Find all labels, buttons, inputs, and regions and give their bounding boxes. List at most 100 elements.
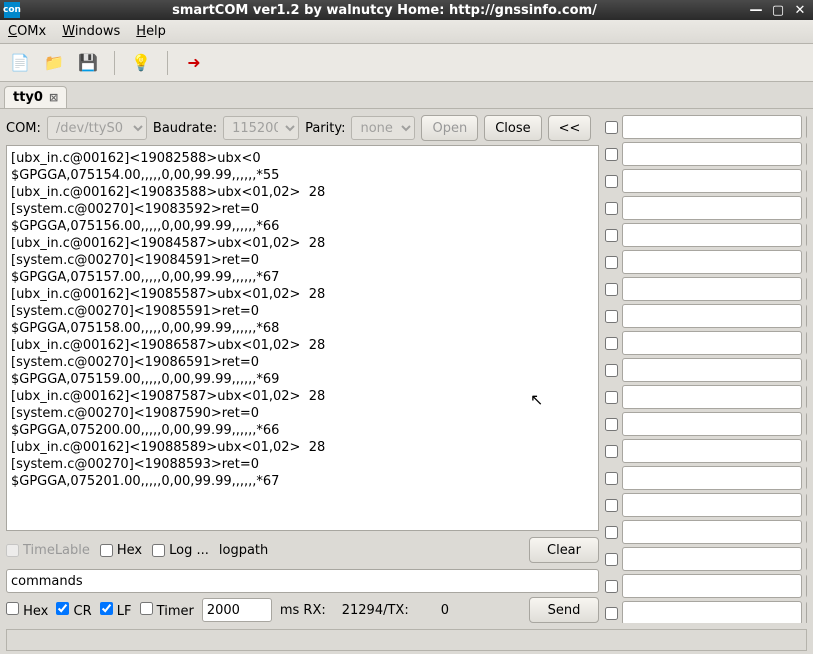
quick-input-02[interactable] xyxy=(622,142,802,166)
quick-input-18[interactable] xyxy=(622,574,802,598)
quick-input-06[interactable] xyxy=(622,250,802,274)
hex-send-checkbox[interactable]: Hex xyxy=(6,602,48,619)
quick-input-12[interactable] xyxy=(622,412,802,436)
quick-input-08[interactable] xyxy=(622,304,802,328)
terminal-output[interactable]: [ubx_in.c@00162]<19082588>ubx<0 $GPGGA,0… xyxy=(6,145,599,531)
quick-checkbox-18[interactable] xyxy=(605,580,618,593)
minimize-button[interactable]: — xyxy=(747,2,765,18)
quick-button-18[interactable]: 18 xyxy=(806,574,807,598)
exit-icon[interactable]: ➜ xyxy=(182,51,206,75)
quick-button-05[interactable]: 05 xyxy=(806,223,807,247)
menu-windows[interactable]: Windows xyxy=(62,24,120,39)
quick-checkbox-03[interactable] xyxy=(605,175,618,188)
parity-select[interactable]: none xyxy=(351,116,415,140)
quick-send-panel: 01 02 03 04 05 06 07 08 09 10 11 12 13 14 15 16 17 18 19 xyxy=(605,115,807,623)
lf-checkbox[interactable]: LF xyxy=(100,602,132,619)
menu-comx[interactable]: COMx xyxy=(8,24,46,39)
quick-checkbox-10[interactable] xyxy=(605,364,618,377)
send-button[interactable]: Send xyxy=(529,597,599,623)
quick-input-09[interactable] xyxy=(622,331,802,355)
quick-input-19[interactable] xyxy=(622,601,802,623)
save-icon[interactable]: 💾 xyxy=(76,51,100,75)
quick-checkbox-05[interactable] xyxy=(605,229,618,242)
quick-button-03[interactable]: 03 xyxy=(806,169,807,193)
quick-button-01[interactable]: 01 xyxy=(806,115,807,139)
quick-row-06: 06 xyxy=(605,250,807,274)
quick-checkbox-06[interactable] xyxy=(605,256,618,269)
quick-input-11[interactable] xyxy=(622,385,802,409)
window-title: smartCOM ver1.2 by walnutcy Home: http:/… xyxy=(26,3,743,18)
quick-button-11[interactable]: 11 xyxy=(806,385,807,409)
quick-checkbox-17[interactable] xyxy=(605,553,618,566)
quick-input-07[interactable] xyxy=(622,277,802,301)
quick-checkbox-16[interactable] xyxy=(605,526,618,539)
quick-checkbox-14[interactable] xyxy=(605,472,618,485)
close-window-button[interactable]: ✕ xyxy=(791,2,809,18)
quick-checkbox-12[interactable] xyxy=(605,418,618,431)
log-checkbox[interactable]: Log ... xyxy=(152,543,209,558)
quick-row-02: 02 xyxy=(605,142,807,166)
quick-button-09[interactable]: 09 xyxy=(806,331,807,355)
quick-button-17[interactable]: 17 xyxy=(806,547,807,571)
clear-button[interactable]: Clear xyxy=(529,537,599,563)
open-icon[interactable]: 📁 xyxy=(42,51,66,75)
toolbar: 📄 📁 💾 💡 ➜ xyxy=(0,44,813,82)
quick-checkbox-02[interactable] xyxy=(605,148,618,161)
quick-row-19: 19 xyxy=(605,601,807,623)
logpath-label: logpath xyxy=(219,543,268,558)
timer-checkbox[interactable]: Timer xyxy=(140,602,194,619)
new-icon[interactable]: 📄 xyxy=(8,51,32,75)
tab-tty0[interactable]: tty0 ⊠ xyxy=(4,86,67,108)
back-button[interactable]: << xyxy=(548,115,592,141)
quick-button-12[interactable]: 12 xyxy=(806,412,807,436)
quick-button-15[interactable]: 15 xyxy=(806,493,807,517)
quick-button-07[interactable]: 07 xyxy=(806,277,807,301)
close-button[interactable]: Close xyxy=(484,115,541,141)
quick-input-05[interactable] xyxy=(622,223,802,247)
quick-checkbox-09[interactable] xyxy=(605,337,618,350)
tab-close-icon[interactable]: ⊠ xyxy=(49,91,58,104)
com-select[interactable]: /dev/ttyS0 xyxy=(47,116,147,140)
quick-button-08[interactable]: 08 xyxy=(806,304,807,328)
quick-button-04[interactable]: 04 xyxy=(806,196,807,220)
quick-row-09: 09 xyxy=(605,331,807,355)
quick-button-14[interactable]: 14 xyxy=(806,466,807,490)
quick-checkbox-08[interactable] xyxy=(605,310,618,323)
quick-checkbox-07[interactable] xyxy=(605,283,618,296)
hex-display-checkbox[interactable]: Hex xyxy=(100,543,142,558)
quick-button-19[interactable]: 19 xyxy=(806,601,807,623)
baud-select[interactable]: 115200 xyxy=(223,116,299,140)
quick-input-01[interactable] xyxy=(622,115,802,139)
lightbulb-icon[interactable]: 💡 xyxy=(129,51,153,75)
tab-row: tty0 ⊠ xyxy=(0,82,813,109)
maximize-button[interactable]: ▢ xyxy=(769,2,787,18)
quick-button-13[interactable]: 13 xyxy=(806,439,807,463)
quick-input-16[interactable] xyxy=(622,520,802,544)
quick-checkbox-15[interactable] xyxy=(605,499,618,512)
timelabel-checkbox[interactable]: TimeLable xyxy=(6,543,90,558)
quick-input-14[interactable] xyxy=(622,466,802,490)
quick-input-15[interactable] xyxy=(622,493,802,517)
quick-checkbox-04[interactable] xyxy=(605,202,618,215)
quick-input-04[interactable] xyxy=(622,196,802,220)
quick-checkbox-13[interactable] xyxy=(605,445,618,458)
command-input[interactable] xyxy=(6,569,599,593)
toolbar-separator xyxy=(167,51,168,75)
quick-input-13[interactable] xyxy=(622,439,802,463)
quick-button-06[interactable]: 06 xyxy=(806,250,807,274)
quick-row-17: 17 xyxy=(605,547,807,571)
status-bar xyxy=(6,629,807,651)
quick-checkbox-11[interactable] xyxy=(605,391,618,404)
quick-button-16[interactable]: 16 xyxy=(806,520,807,544)
cr-checkbox[interactable]: CR xyxy=(56,602,91,619)
quick-button-10[interactable]: 10 xyxy=(806,358,807,382)
quick-checkbox-01[interactable] xyxy=(605,121,618,134)
quick-input-03[interactable] xyxy=(622,169,802,193)
open-button[interactable]: Open xyxy=(421,115,478,141)
quick-input-10[interactable] xyxy=(622,358,802,382)
menu-help[interactable]: Help xyxy=(136,24,166,39)
quick-input-17[interactable] xyxy=(622,547,802,571)
quick-checkbox-19[interactable] xyxy=(605,607,618,620)
quick-button-02[interactable]: 02 xyxy=(806,142,807,166)
timer-input[interactable] xyxy=(202,598,272,622)
